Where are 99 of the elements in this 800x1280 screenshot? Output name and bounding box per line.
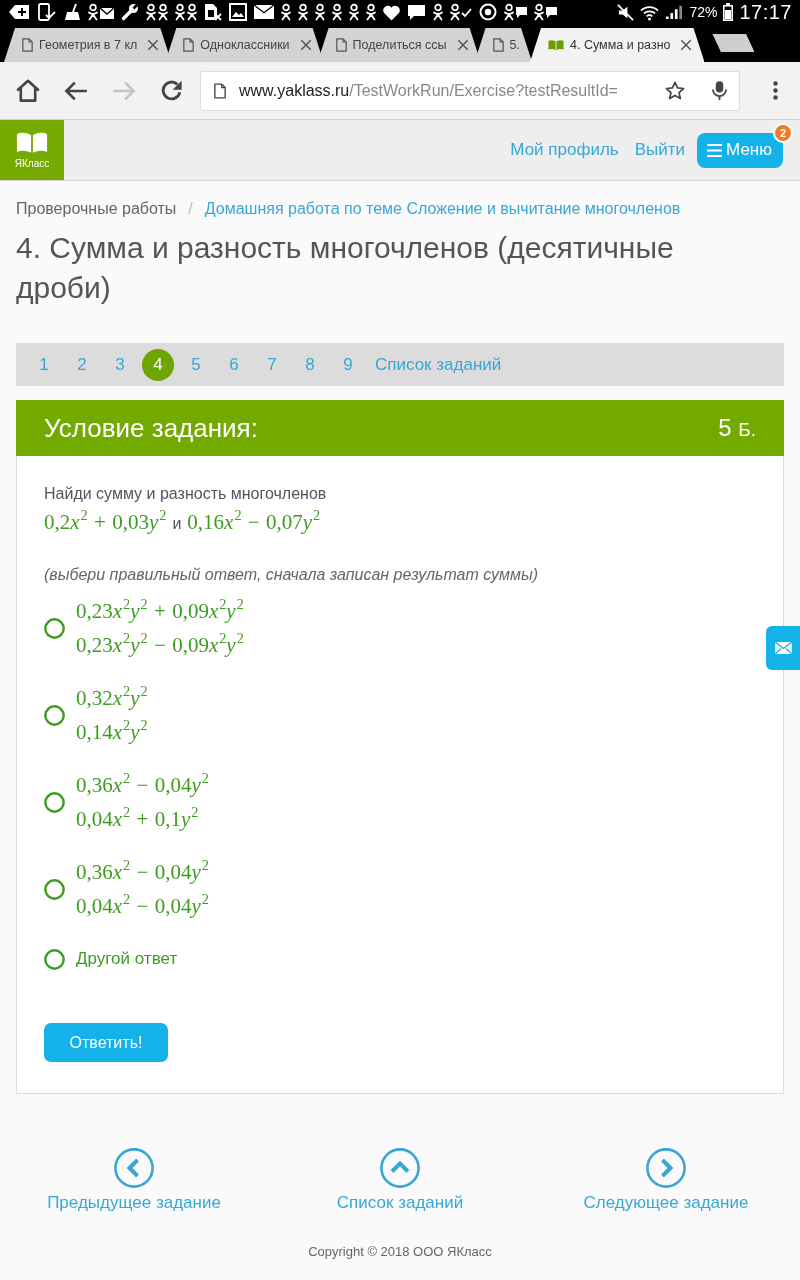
close-icon[interactable] [456, 39, 469, 51]
page-link[interactable]: 3 [104, 348, 136, 381]
close-icon[interactable] [680, 39, 693, 51]
wrench-icon [121, 3, 139, 21]
radio-button[interactable] [44, 878, 65, 900]
answer-math: 0,14x$^{2}$y$^{2}$ [76, 716, 148, 746]
answer-math: 0,23x$^{2}$y$^{2}$ + 0,09x$^{2}$y$^{2}$ [76, 595, 244, 625]
page-link[interactable]: 9 [332, 348, 364, 381]
page-link[interactable]: 6 [218, 348, 250, 381]
page-link[interactable]: 2 [66, 348, 98, 381]
mute-icon [617, 3, 635, 21]
header-link[interactable]: Выйти [634, 140, 686, 160]
address-field[interactable]: www.yaklass.ru/TestWorkRun/Exercise?testResultId= [200, 70, 740, 111]
page-icon [335, 38, 347, 52]
page-link[interactable]: 5 [180, 348, 212, 381]
page-link[interactable]: 7 [256, 348, 288, 381]
envelope-icon [774, 642, 792, 654]
math-expression: 0,16x$^{2}$ − 0,07y$^{2}$ [187, 508, 321, 536]
phone-icon [37, 3, 56, 21]
page-link[interactable]: 4 [142, 348, 174, 381]
figure-icon [332, 3, 342, 21]
submit-button[interactable]: Ответить! [44, 1023, 168, 1062]
figure-chat-icon [504, 3, 527, 21]
chevron-left-icon [114, 1148, 154, 1188]
wifi-icon [640, 3, 660, 21]
answer-text: Другой ответ [76, 948, 178, 970]
clock-time: 17:17 [739, 0, 792, 24]
page-icon [183, 38, 195, 52]
logo-text: ЯКласс [14, 158, 50, 169]
points-label: 5 Б. [718, 414, 756, 442]
nav-link[interactable]: Список заданий [336, 1148, 464, 1214]
radio-button[interactable] [44, 791, 65, 813]
page-title: 4. Сумма и разность многочленов (десятичные дроби) [16, 230, 675, 306]
page-link[interactable]: 8 [294, 348, 326, 381]
hint-text: (выбери правильный ответ, сначала записан результат суммы) [44, 565, 540, 585]
header-link[interactable]: Мой профиль [510, 140, 619, 160]
book-icon [16, 131, 48, 154]
nav-link[interactable]: Предыдущее задание [47, 1148, 221, 1214]
math-expression: 0,2x$^{2}$ + 0,03y$^{2}$ [44, 508, 167, 536]
notification-badge: 2 [773, 122, 793, 143]
browser-tab[interactable]: 4. Сумма и разно [530, 28, 705, 62]
task-list-link[interactable]: Список заданий [375, 354, 502, 375]
battery-percent: 72% [689, 4, 718, 20]
page-icon [214, 82, 226, 99]
envelope-icon [254, 5, 274, 19]
figure-chat-icon [534, 3, 557, 21]
double-figure-icon [146, 3, 168, 21]
radio-button[interactable] [44, 704, 65, 726]
figure-icon [315, 3, 325, 21]
page-link[interactable]: 1 [28, 348, 60, 381]
answer-math: 0,04x$^{2}$ − 0,04y$^{2}$ [76, 890, 209, 920]
battery-icon [723, 3, 734, 21]
signal-icon [665, 4, 684, 20]
breadcrumb-separator: / [188, 199, 193, 219]
figure-envelope-icon [88, 3, 114, 21]
url-text: www.yaklass.ru/TestWorkRun/Exercise?testResultId= [239, 81, 618, 100]
image-icon [229, 3, 247, 21]
sim-card-icon [204, 3, 222, 21]
page-icon [492, 38, 504, 52]
heart-icon [383, 3, 400, 21]
star-icon[interactable] [665, 81, 685, 100]
menu-icon [707, 143, 723, 157]
task-text: Найди сумму и разность многочленов [44, 484, 328, 504]
figure-icon [433, 3, 443, 21]
answer-math: 0,23x$^{2}$y$^{2}$ − 0,09x$^{2}$y$^{2}$ [76, 629, 244, 659]
answer-math: 0,32x$^{2}$y$^{2}$ [76, 682, 148, 712]
figure-icon [298, 3, 308, 21]
conjunction-text: и [172, 514, 182, 534]
chat-icon [407, 4, 426, 20]
radio-button[interactable] [44, 617, 65, 639]
close-icon[interactable] [147, 39, 160, 51]
reload-icon[interactable] [160, 78, 184, 103]
browser-tab[interactable]: 5. [474, 28, 533, 62]
plus-icon [8, 3, 30, 21]
figure-icon [349, 3, 359, 21]
home-icon[interactable] [16, 78, 40, 103]
chevron-up-icon [380, 1148, 420, 1188]
site-logo[interactable]: ЯКласс [0, 120, 64, 180]
card-title: Условие задания: [44, 412, 258, 444]
ring-icon [479, 3, 497, 21]
figure-icon [366, 3, 376, 21]
breadcrumb-link[interactable]: Домашняя работа по теме Сложение и вычитание многочленов [204, 199, 681, 219]
broom-icon [63, 3, 81, 21]
answer-math: 0,36x$^{2}$ − 0,04y$^{2}$ [76, 769, 209, 799]
book-icon [548, 39, 565, 51]
figure-check-icon [450, 3, 472, 21]
breadcrumb-link[interactable]: Проверочные работы [16, 199, 177, 219]
double-figure-icon [175, 3, 197, 21]
radio-button[interactable] [44, 948, 65, 970]
copyright-text: Copyright © 2018 ООО ЯКласс [308, 1244, 492, 1260]
nav-link[interactable]: Следующее задание [583, 1148, 749, 1214]
page-icon [22, 38, 33, 52]
answer-math: 0,04x$^{2}$ + 0,1y$^{2}$ [76, 803, 199, 833]
figure-icon [281, 3, 291, 21]
mic-icon[interactable] [712, 80, 727, 101]
answer-math: 0,36x$^{2}$ − 0,04y$^{2}$ [76, 856, 209, 886]
more-icon[interactable] [773, 81, 778, 100]
close-icon[interactable] [299, 39, 312, 51]
chevron-right-icon [646, 1148, 686, 1188]
